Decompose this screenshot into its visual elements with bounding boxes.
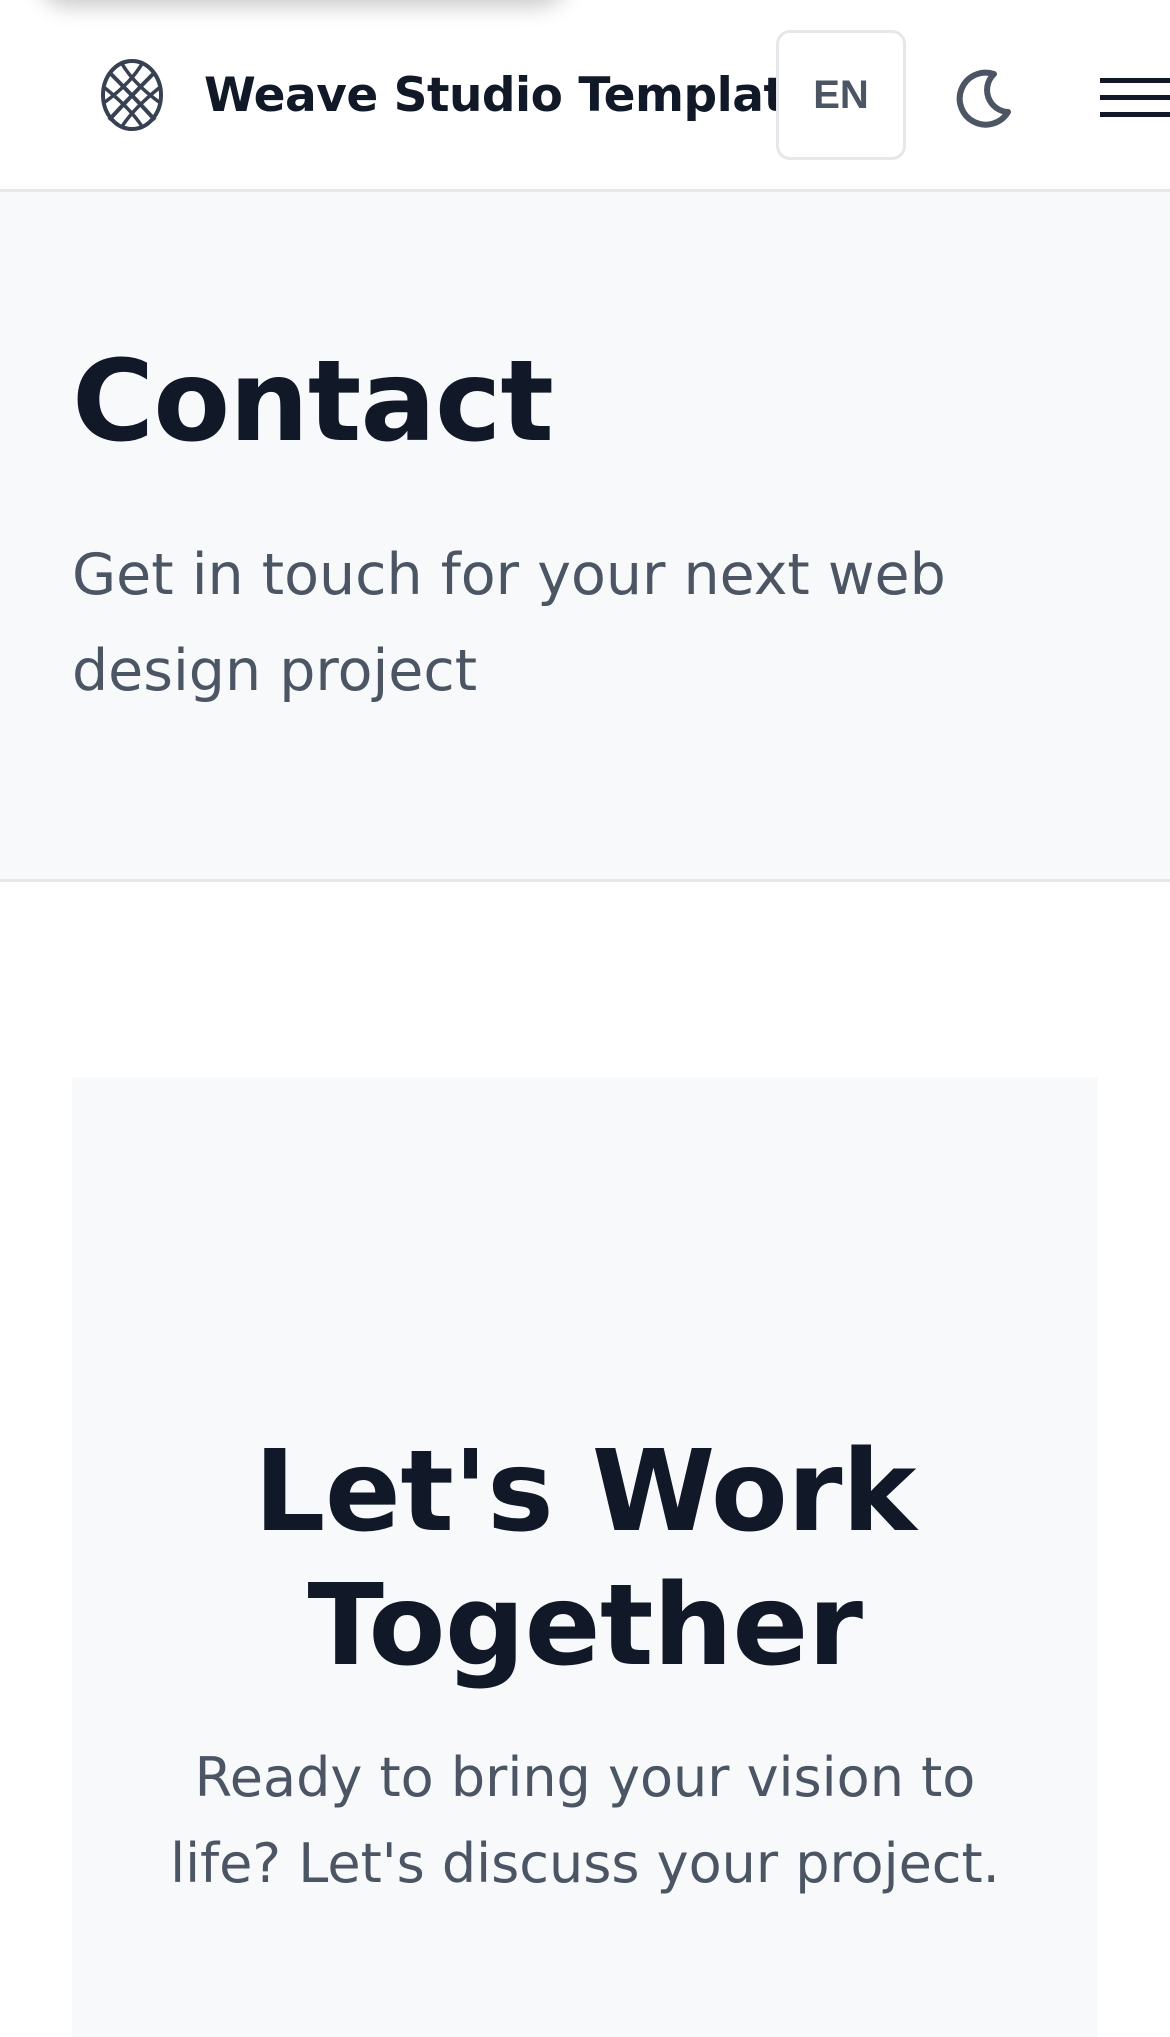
cta-text: Ready to bring your vision to life? Let'… [170,1746,1000,1895]
page-hero: Contact Get in touch for your next web d… [0,192,1170,882]
weave-logo-icon[interactable] [99,58,165,132]
moon-icon [956,69,1011,128]
contact-cta-card: Let's Work Together Ready to bring your … [72,1077,1098,2037]
theme-toggle-button[interactable] [950,66,1016,132]
menu-button[interactable] [1096,70,1170,126]
page-title: Contact [72,337,554,467]
site-title[interactable]: Weave Studio Template [204,66,817,126]
language-selector-button[interactable]: EN [776,30,906,160]
cta-title: Let's Work Together [253,1427,917,1691]
site-header: Weave Studio Template EN [0,0,1170,192]
hamburger-menu-icon [1100,78,1170,117]
page-subtitle: Get in touch for your next web design pr… [72,542,946,704]
